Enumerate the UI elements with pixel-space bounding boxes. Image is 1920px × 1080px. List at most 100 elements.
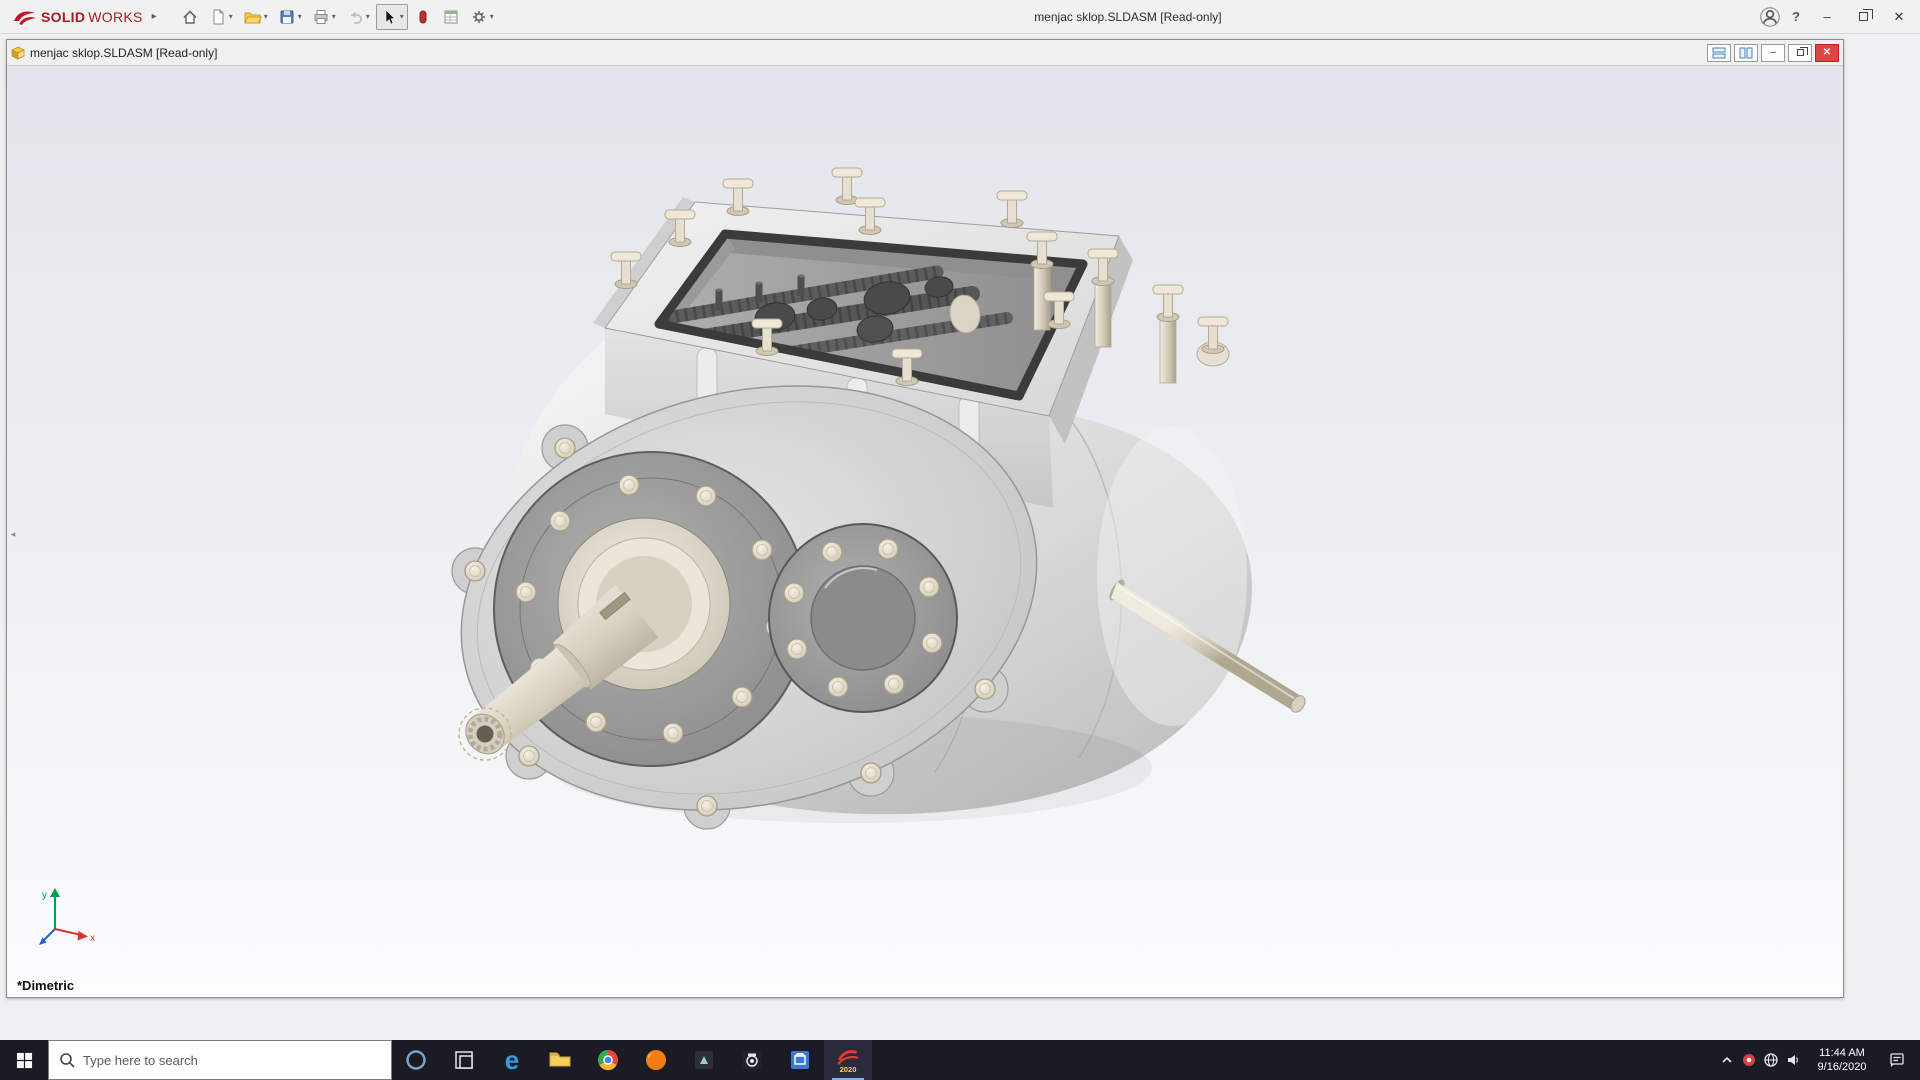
- edge-taskbar-button[interactable]: e: [488, 1040, 536, 1080]
- cortana-button[interactable]: [392, 1040, 440, 1080]
- dropdown-arrow-icon[interactable]: ▾: [229, 12, 233, 21]
- camera-app-icon: [740, 1048, 764, 1072]
- minimize-icon: –: [1770, 47, 1776, 58]
- dropdown-arrow-icon[interactable]: ▾: [366, 12, 370, 21]
- clock-date: 9/16/2020: [1804, 1060, 1880, 1074]
- blue-app-button[interactable]: [776, 1040, 824, 1080]
- blue-app-icon: [788, 1048, 812, 1072]
- firefox-icon: [644, 1048, 668, 1072]
- system-tray: 11:44 AM 9/16/2020: [1716, 1040, 1920, 1080]
- document-title: menjac sklop.SLDASM [Read-only]: [30, 46, 1707, 60]
- clock-time: 11:44 AM: [1804, 1046, 1880, 1060]
- tray-expand-button[interactable]: [1716, 1040, 1738, 1080]
- toolbar-flyout-arrow[interactable]: ▸: [152, 11, 157, 22]
- graphics-area[interactable]: y x *Dimetric ◂: [7, 66, 1843, 997]
- viewport-canvas: [7, 66, 1843, 997]
- account-button[interactable]: [1758, 5, 1782, 29]
- solidworks-version-badge: 2020: [840, 1065, 857, 1073]
- assembly-document-icon: [11, 46, 25, 60]
- app-minimize-button[interactable]: –: [1810, 3, 1844, 31]
- save-button[interactable]: ▾: [274, 4, 306, 30]
- action-center-button[interactable]: [1880, 1040, 1914, 1080]
- taskbar-search[interactable]: [48, 1040, 392, 1080]
- help-button[interactable]: ?: [1784, 5, 1808, 29]
- minimize-icon: –: [1823, 9, 1830, 24]
- restore-icon: [1797, 49, 1804, 56]
- doc-close-button[interactable]: ✕: [1815, 44, 1839, 62]
- new-document-button[interactable]: ▾: [205, 4, 237, 30]
- orientation-triad: y x: [29, 883, 99, 953]
- firefox-button[interactable]: [632, 1040, 680, 1080]
- dropdown-arrow-icon[interactable]: ▾: [400, 12, 404, 21]
- dropdown-arrow-icon[interactable]: ▾: [264, 12, 268, 21]
- network-globe-icon: [1763, 1052, 1779, 1068]
- close-icon: ✕: [1894, 9, 1905, 25]
- document-titlebar: menjac sklop.SLDASM [Read-only] – ✕: [7, 40, 1843, 66]
- select-cursor-icon: [380, 8, 398, 26]
- open-button[interactable]: ▾: [239, 4, 272, 30]
- file-explorer-icon: [548, 1048, 572, 1072]
- x-axis-arrow: [78, 931, 89, 941]
- print-icon: [312, 8, 330, 26]
- start-button[interactable]: [0, 1040, 48, 1080]
- restore-icon: [1859, 12, 1868, 21]
- tile-horizontal-icon: [1712, 47, 1726, 59]
- quick-access-toolbar: ▾ ▾ ▾ ▾ ▾ ▾: [177, 4, 498, 30]
- app-close-button[interactable]: ✕: [1882, 3, 1916, 31]
- search-icon: [59, 1052, 75, 1068]
- solidworks-app: SOLIDWORKS ▸ ▾ ▾ ▾ ▾: [0, 0, 1920, 1080]
- camera-app-button[interactable]: [728, 1040, 776, 1080]
- document-window-controls: – ✕: [1707, 44, 1839, 62]
- undo-button[interactable]: ▾: [342, 4, 374, 30]
- doc-tile-horizontal-button[interactable]: [1707, 44, 1731, 62]
- cortana-icon: [404, 1048, 428, 1072]
- red-capsule-icon: [414, 8, 432, 26]
- home-button[interactable]: [177, 4, 203, 30]
- brand-solid: SOLID: [41, 9, 85, 25]
- file-explorer-button[interactable]: [536, 1040, 584, 1080]
- macro-record-button[interactable]: [410, 4, 436, 30]
- solidworks-taskbar-button[interactable]: 2020: [824, 1040, 872, 1080]
- tile-vertical-icon: [1739, 47, 1753, 59]
- speaker-icon: [1785, 1052, 1801, 1068]
- new-document-icon: [209, 8, 227, 26]
- y-axis-label: y: [42, 890, 47, 901]
- volume-button[interactable]: [1782, 1040, 1804, 1080]
- y-axis-arrow: [50, 888, 60, 897]
- properties-sheet-icon: [442, 8, 460, 26]
- select-tool-button[interactable]: ▾: [376, 4, 408, 30]
- search-input[interactable]: [83, 1053, 343, 1068]
- app-titlebar: SOLIDWORKS ▸ ▾ ▾ ▾ ▾: [0, 0, 1920, 34]
- undo-icon: [346, 8, 364, 26]
- titlebar-right: ? – ✕: [1758, 3, 1920, 31]
- network-button[interactable]: [1760, 1040, 1782, 1080]
- task-view-button[interactable]: [440, 1040, 488, 1080]
- feature-tree-collapse-tab[interactable]: ◂: [7, 521, 19, 547]
- x-axis-label: x: [90, 933, 95, 944]
- doc-restore-button[interactable]: [1788, 44, 1812, 62]
- dark-app-icon: [692, 1048, 716, 1072]
- app-restore-button[interactable]: [1846, 3, 1880, 31]
- chrome-button[interactable]: [584, 1040, 632, 1080]
- open-folder-icon: [243, 8, 262, 26]
- options-button[interactable]: ▾: [466, 4, 498, 30]
- person-icon: [1760, 7, 1780, 27]
- doc-tile-vertical-button[interactable]: [1734, 44, 1758, 62]
- bearing-cover-small: [769, 524, 957, 712]
- dark-app-button[interactable]: [680, 1040, 728, 1080]
- dropdown-arrow-icon[interactable]: ▾: [332, 12, 336, 21]
- doc-minimize-button[interactable]: –: [1761, 44, 1785, 62]
- taskbar-clock[interactable]: 11:44 AM 9/16/2020: [1804, 1046, 1880, 1074]
- windows-logo-icon: [16, 1052, 33, 1069]
- dropdown-arrow-icon[interactable]: ▾: [298, 12, 302, 21]
- dropdown-arrow-icon[interactable]: ▾: [490, 12, 494, 21]
- chrome-icon: [596, 1048, 620, 1072]
- file-properties-button[interactable]: [438, 4, 464, 30]
- print-button[interactable]: ▾: [308, 4, 340, 30]
- solidworks-taskbar-icon: 2020: [835, 1047, 861, 1073]
- windows-taskbar: e 2020: [0, 1040, 1920, 1080]
- workspace: menjac sklop.SLDASM [Read-only] – ✕: [0, 34, 1920, 1040]
- document-window: menjac sklop.SLDASM [Read-only] – ✕: [6, 39, 1844, 998]
- options-gear-icon: [470, 8, 488, 26]
- tray-red-app-button[interactable]: [1738, 1040, 1760, 1080]
